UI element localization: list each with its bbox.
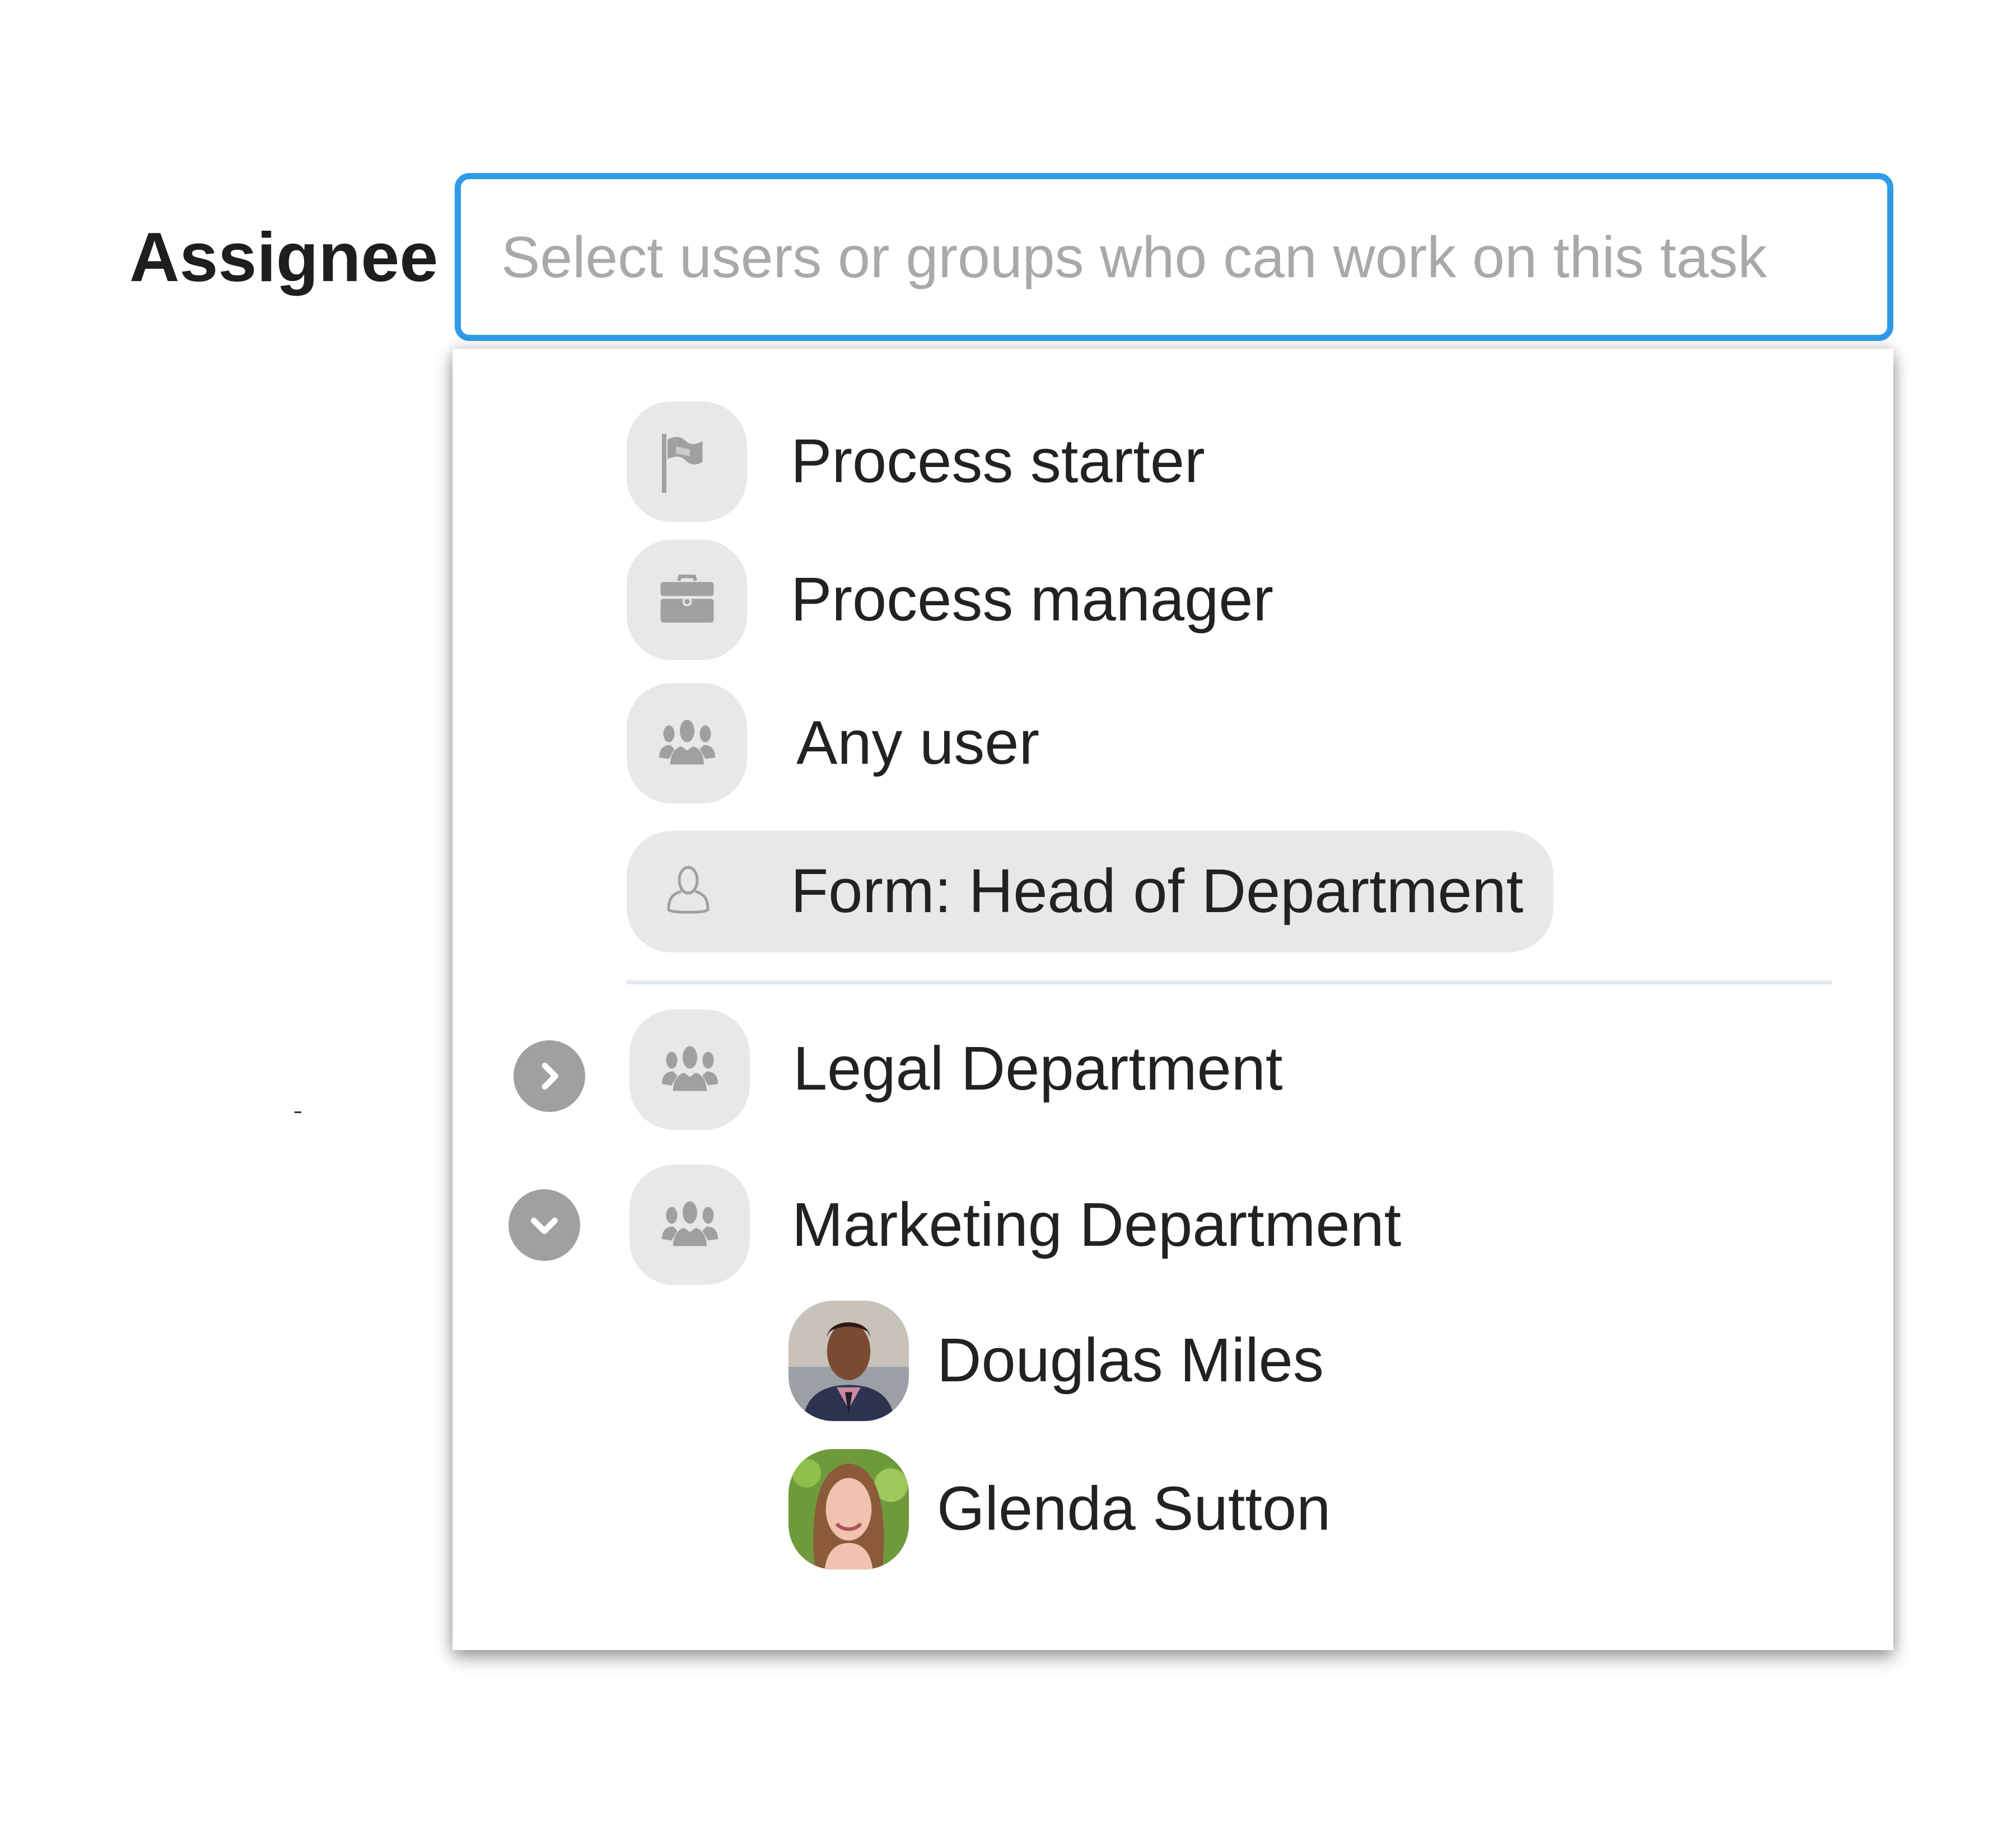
- group-label: Marketing Department: [792, 1190, 1402, 1259]
- users-group-icon: [629, 1165, 750, 1285]
- users-group-icon: [629, 1010, 750, 1130]
- stray-mark: [295, 1111, 301, 1113]
- avatar: [788, 1449, 909, 1569]
- briefcase-icon: [627, 540, 747, 660]
- chevron-right-icon[interactable]: [514, 1040, 585, 1112]
- section-separator: [627, 980, 1832, 984]
- member-name: Douglas Miles: [937, 1326, 1324, 1395]
- option-label: Any user: [796, 708, 1040, 777]
- option-form-head-of-department[interactable]: Form: Head of Department: [627, 831, 1553, 952]
- users-group-icon: [627, 683, 747, 803]
- user-outline-icon: [655, 858, 722, 925]
- option-label: Form: Head of Department: [791, 857, 1524, 926]
- assignee-label: Assignee: [129, 219, 438, 296]
- group-label: Legal Department: [793, 1034, 1283, 1103]
- option-label: Process manager: [791, 565, 1274, 634]
- avatar: [788, 1301, 909, 1421]
- assignee-dropdown: Process starter Process manager Any user…: [452, 349, 1893, 1650]
- chevron-down-icon[interactable]: [508, 1189, 580, 1261]
- option-label: Process starter: [791, 427, 1205, 496]
- assignee-placeholder: Select users or groups who can work on t…: [501, 225, 1767, 290]
- flag-icon: [627, 401, 747, 522]
- assignee-input[interactable]: Select users or groups who can work on t…: [455, 173, 1893, 341]
- member-name: Glenda Sutton: [937, 1474, 1331, 1543]
